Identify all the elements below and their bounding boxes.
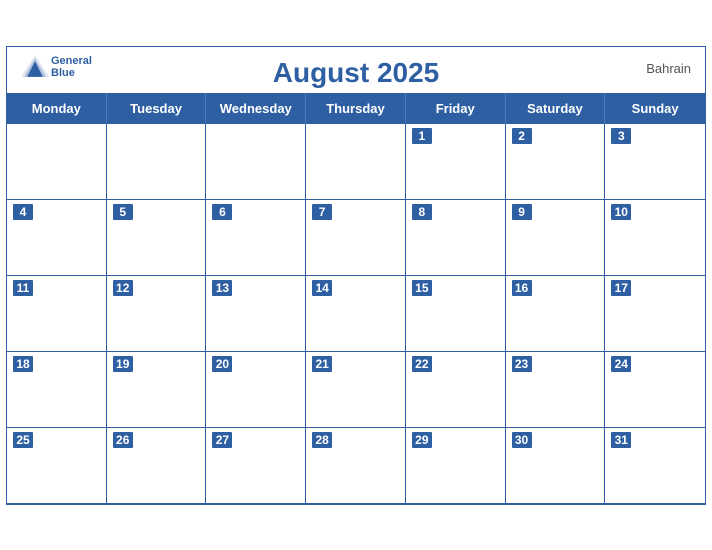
calendar-grid: 1234567891011121314151617181920212223242… [7,124,705,504]
calendar-container: General Blue August 2025 Bahrain Monday … [6,46,706,505]
calendar-cell: 7 [306,200,406,276]
day-number: 28 [312,432,332,448]
day-number: 19 [113,356,133,372]
calendar-cell: 26 [107,428,207,504]
day-number: 29 [412,432,432,448]
day-number: 13 [212,280,232,296]
calendar-cell: 19 [107,352,207,428]
day-number: 14 [312,280,332,296]
calendar-cell: 2 [506,124,606,200]
day-number: 2 [512,128,532,144]
day-header-sunday: Sunday [605,93,705,124]
calendar-cell [7,124,107,200]
calendar-cell: 8 [406,200,506,276]
calendar-title: August 2025 [27,57,685,89]
calendar-cell: 1 [406,124,506,200]
day-number: 6 [212,204,232,220]
calendar-cell: 17 [605,276,705,352]
calendar-cell: 23 [506,352,606,428]
logo-blue-text: Blue [51,67,92,79]
calendar-cell: 5 [107,200,207,276]
day-number: 15 [412,280,432,296]
day-number: 1 [412,128,432,144]
calendar-cell: 13 [206,276,306,352]
calendar-cell: 30 [506,428,606,504]
calendar-cell: 15 [406,276,506,352]
day-header-wednesday: Wednesday [206,93,306,124]
day-number: 5 [113,204,133,220]
day-number: 18 [13,356,33,372]
calendar-cell [206,124,306,200]
day-number: 21 [312,356,332,372]
day-header-saturday: Saturday [506,93,606,124]
calendar-cell: 16 [506,276,606,352]
calendar-cell: 29 [406,428,506,504]
calendar-cell: 11 [7,276,107,352]
day-number: 11 [13,280,33,296]
day-header-friday: Friday [406,93,506,124]
country-label: Bahrain [646,61,691,76]
day-number: 16 [512,280,532,296]
day-number: 9 [512,204,532,220]
day-number: 4 [13,204,33,220]
calendar-cell: 27 [206,428,306,504]
day-number: 30 [512,432,532,448]
calendar-cell: 10 [605,200,705,276]
calendar-header: General Blue August 2025 Bahrain [7,47,705,93]
calendar-cell: 3 [605,124,705,200]
generalblue-logo-icon [21,55,49,77]
day-number: 8 [412,204,432,220]
calendar-cell: 31 [605,428,705,504]
calendar-cell [107,124,207,200]
day-header-monday: Monday [7,93,107,124]
day-number: 17 [611,280,631,296]
day-number: 3 [611,128,631,144]
days-header: Monday Tuesday Wednesday Thursday Friday… [7,93,705,124]
day-number: 12 [113,280,133,296]
day-number: 24 [611,356,631,372]
day-header-thursday: Thursday [306,93,406,124]
day-number: 7 [312,204,332,220]
calendar-cell: 18 [7,352,107,428]
calendar-cell: 24 [605,352,705,428]
day-number: 20 [212,356,232,372]
calendar-cell: 20 [206,352,306,428]
calendar-cell: 6 [206,200,306,276]
day-number: 27 [212,432,232,448]
calendar-cell: 25 [7,428,107,504]
calendar-cell: 9 [506,200,606,276]
day-number: 22 [412,356,432,372]
calendar-cell: 21 [306,352,406,428]
day-number: 25 [13,432,33,448]
calendar-cell: 4 [7,200,107,276]
calendar-cell: 28 [306,428,406,504]
day-header-tuesday: Tuesday [107,93,207,124]
calendar-cell: 22 [406,352,506,428]
day-number: 31 [611,432,631,448]
day-number: 23 [512,356,532,372]
calendar-cell: 14 [306,276,406,352]
logo-area: General Blue [21,55,92,79]
calendar-cell: 12 [107,276,207,352]
day-number: 10 [611,204,631,220]
day-number: 26 [113,432,133,448]
logo-general-text: General [51,55,92,67]
calendar-cell [306,124,406,200]
